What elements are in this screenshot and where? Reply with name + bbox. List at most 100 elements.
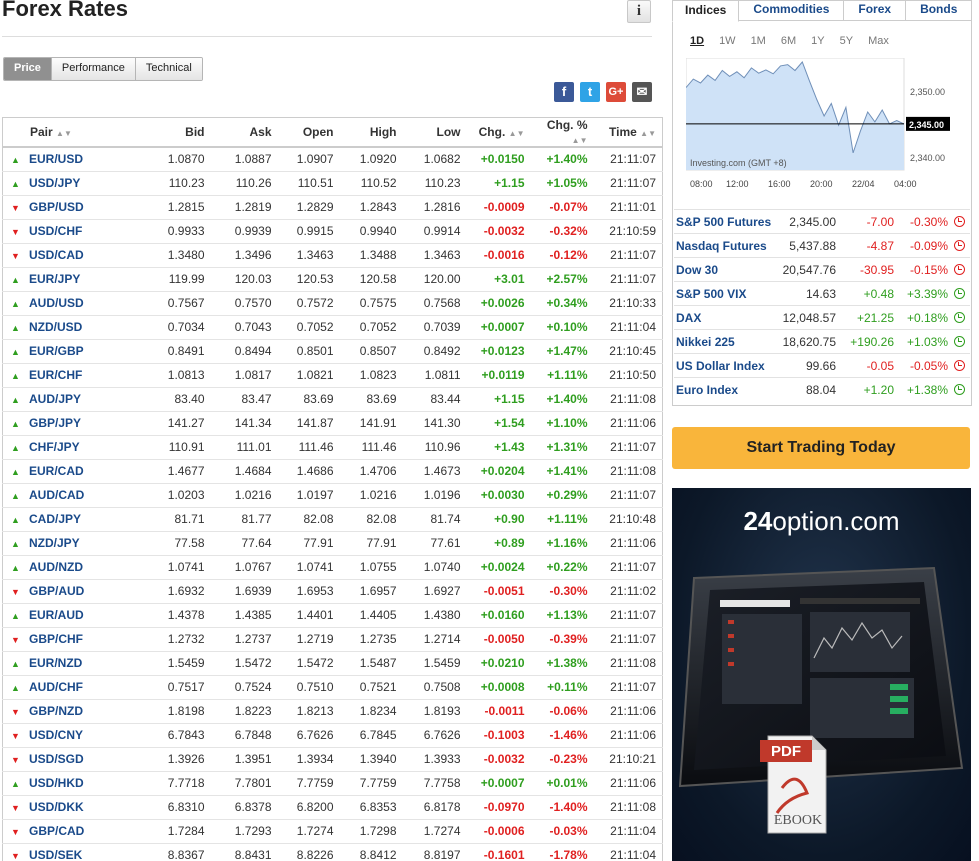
tab-performance[interactable]: Performance xyxy=(51,58,136,80)
pair-cell: ▼ USD/SEK xyxy=(2,843,118,861)
tab-technical[interactable]: Technical xyxy=(135,58,202,80)
index-row: DAX 12,048.57 +21.25 +0.18% xyxy=(674,305,970,329)
pair-link[interactable]: USD/DKK xyxy=(29,800,84,814)
pair-link[interactable]: AUD/CAD xyxy=(29,488,84,502)
index-name-link[interactable]: S&P 500 VIX xyxy=(676,287,747,301)
email-icon[interactable]: ✉ xyxy=(632,82,652,102)
ask-cell: 1.6939 xyxy=(210,579,278,604)
index-row: Dow 30 20,547.76 -30.95 -0.15% xyxy=(674,257,970,281)
ask-cell: 1.5472 xyxy=(210,651,278,676)
index-name-link[interactable]: Euro Index xyxy=(676,383,738,397)
pair-link[interactable]: GBP/NZD xyxy=(29,704,83,718)
index-name-link[interactable]: Nikkei 225 xyxy=(676,335,735,349)
pair-link[interactable]: EUR/USD xyxy=(29,152,83,166)
pair-link[interactable]: EUR/GBP xyxy=(29,344,84,358)
index-change-pct: -0.30% xyxy=(909,215,948,229)
bid-cell: 1.8198 xyxy=(117,699,211,724)
index-name-link[interactable]: US Dollar Index xyxy=(676,359,765,373)
pair-link[interactable]: GBP/CAD xyxy=(29,824,84,838)
bid-cell: 1.2815 xyxy=(117,195,211,220)
column-header-time[interactable]: Time ▲▼ xyxy=(593,117,663,148)
pair-link[interactable]: AUD/JPY xyxy=(29,392,81,406)
twitter-icon[interactable]: t xyxy=(580,82,600,102)
change-cell: +0.0007 xyxy=(466,771,531,796)
tab-forex[interactable]: Forex xyxy=(844,0,907,21)
high-cell: 1.0755 xyxy=(339,555,403,580)
change-pct-cell: -0.30% xyxy=(530,579,594,604)
tab-commodities[interactable]: Commodities xyxy=(739,0,845,21)
tab-price[interactable]: Price xyxy=(4,58,52,80)
low-cell: 141.30 xyxy=(402,411,467,436)
advertisement-banner[interactable]: 24option.com PDF EBOOK xyxy=(672,488,971,861)
facebook-icon[interactable]: f xyxy=(554,82,574,102)
range-1y[interactable]: 1Y xyxy=(811,35,824,47)
pair-link[interactable]: EUR/JPY xyxy=(29,272,80,286)
clock-icon xyxy=(954,360,965,371)
tab-bonds[interactable]: Bonds xyxy=(906,0,971,21)
pair-link[interactable]: GBP/AUD xyxy=(29,584,84,598)
pair-link[interactable]: USD/SGD xyxy=(29,752,84,766)
high-cell: 1.5487 xyxy=(339,651,403,676)
up-arrow-icon: ▲ xyxy=(11,155,20,166)
google-plus-icon[interactable]: G+ xyxy=(606,82,626,102)
index-name-link[interactable]: S&P 500 Futures xyxy=(676,215,771,229)
down-arrow-icon: ▼ xyxy=(11,827,20,837)
index-chart[interactable]: 2,350.00 2,340.00 2,345.00 Investing.com (G… xyxy=(686,58,966,198)
high-cell: 141.91 xyxy=(339,411,403,436)
column-header-pair[interactable]: Pair ▲▼ xyxy=(2,117,118,148)
pair-link[interactable]: AUD/CHF xyxy=(29,680,83,694)
pair-link[interactable]: USD/CHF xyxy=(29,224,82,238)
info-icon[interactable]: i xyxy=(627,0,651,23)
pair-link[interactable]: EUR/CHF xyxy=(29,368,82,382)
low-cell: 1.3463 xyxy=(402,243,467,268)
x-tick-label: 04:00 xyxy=(894,179,917,189)
bid-cell: 83.40 xyxy=(117,387,211,412)
table-row: ▲ EUR/NZD 1.5459 1.5472 1.5472 1.5487 1.5459 +0… xyxy=(2,651,663,676)
pair-link[interactable]: CAD/JPY xyxy=(29,512,81,526)
pair-link[interactable]: EUR/AUD xyxy=(29,608,84,622)
table-row: ▲ EUR/USD 1.0870 1.0887 1.0907 1.0920 1.0682 +0… xyxy=(2,147,663,172)
pair-link[interactable]: USD/JPY xyxy=(29,176,80,190)
pair-link[interactable]: AUD/NZD xyxy=(29,560,83,574)
change-pct-cell: -0.12% xyxy=(530,243,594,268)
pair-link[interactable]: GBP/JPY xyxy=(29,416,81,430)
start-trading-button[interactable]: Start Trading Today xyxy=(672,427,970,469)
range-max[interactable]: Max xyxy=(868,35,889,47)
time-cell: 21:10:50 xyxy=(593,363,663,388)
range-1w[interactable]: 1W xyxy=(719,35,736,47)
index-name-link[interactable]: Nasdaq Futures xyxy=(676,239,767,253)
pair-link[interactable]: USD/SEK xyxy=(29,848,82,861)
clock-icon xyxy=(954,216,965,227)
column-header-chg-pct[interactable]: Chg. % ▲▼ xyxy=(530,117,594,148)
change-cell: +0.0123 xyxy=(466,339,531,364)
pair-link[interactable]: NZD/JPY xyxy=(29,536,80,550)
pair-link[interactable]: AUD/USD xyxy=(29,296,84,310)
pair-link[interactable]: EUR/NZD xyxy=(29,656,82,670)
table-row: ▲ NZD/JPY 77.58 77.64 77.91 77.91 77.61 +0.89 +1… xyxy=(2,531,663,556)
pair-link[interactable]: EUR/CAD xyxy=(29,464,84,478)
tab-indices[interactable]: Indices xyxy=(672,0,740,22)
range-6m[interactable]: 6M xyxy=(781,35,796,47)
index-name-link[interactable]: Dow 30 xyxy=(676,263,718,277)
range-5y[interactable]: 5Y xyxy=(840,35,853,47)
pair-link[interactable]: CHF/JPY xyxy=(29,440,80,454)
range-1m[interactable]: 1M xyxy=(751,35,766,47)
pair-link[interactable]: NZD/USD xyxy=(29,320,82,334)
change-cell: +0.0119 xyxy=(466,363,531,388)
range-1d[interactable]: 1D xyxy=(690,35,704,47)
pair-link[interactable]: GBP/CHF xyxy=(29,632,83,646)
column-header-chg[interactable]: Chg. ▲▼ xyxy=(466,117,531,148)
open-cell: 1.2829 xyxy=(277,195,340,220)
time-cell: 21:11:06 xyxy=(593,723,663,748)
high-cell: 8.8412 xyxy=(339,843,403,861)
change-pct-cell: +1.05% xyxy=(530,171,594,196)
pair-cell: ▼ USD/DKK xyxy=(2,795,118,820)
pair-link[interactable]: USD/CAD xyxy=(29,248,84,262)
clock-icon xyxy=(954,240,965,251)
pair-link[interactable]: GBP/USD xyxy=(29,200,84,214)
pair-link[interactable]: USD/HKD xyxy=(29,776,84,790)
bid-cell: 1.3480 xyxy=(117,243,211,268)
clock-icon xyxy=(954,384,965,395)
pair-link[interactable]: USD/CNY xyxy=(29,728,83,742)
index-name-link[interactable]: DAX xyxy=(676,311,701,325)
